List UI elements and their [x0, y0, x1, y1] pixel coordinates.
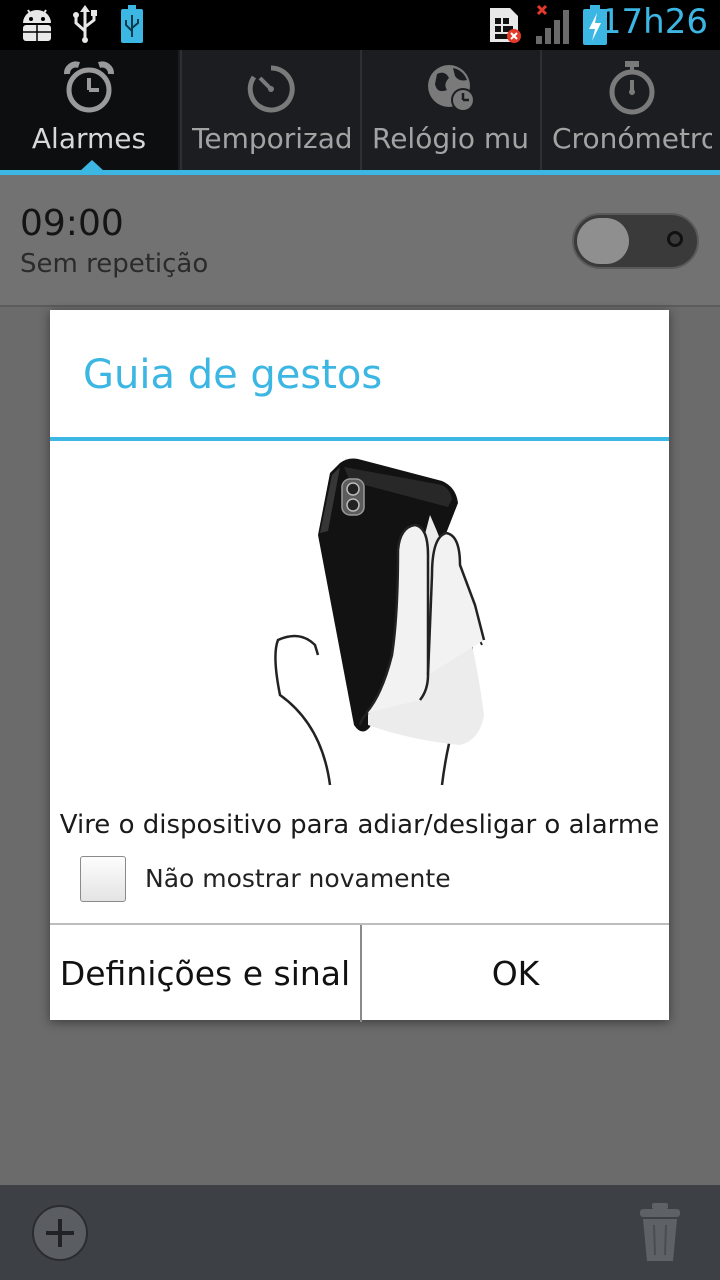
dialog-title-divider: [50, 437, 669, 441]
hand-flip-phone-illustration: [274, 458, 486, 786]
status-bar: 17h26: [0, 0, 720, 50]
android-debug-icon: [18, 6, 56, 46]
tab-label: Alarmes: [31, 122, 147, 155]
stopwatch-icon: [609, 61, 655, 115]
usb-battery-icon: [120, 5, 144, 47]
settings-button[interactable]: Definições e sinal: [50, 925, 362, 1022]
tab-label: Relógio mundial: [372, 122, 530, 155]
alarm-clock-icon: [64, 61, 114, 113]
alarm-time: 09:00: [20, 203, 124, 244]
tab-label: Cronómetro: [552, 122, 712, 155]
trash-icon: [640, 1203, 680, 1261]
dialog-buttons: Definições e sinal OK: [50, 923, 669, 1022]
tab-world-clock[interactable]: Relógio mundial: [360, 50, 540, 174]
toggle-off-indicator: [667, 231, 683, 247]
timer-icon: [247, 65, 295, 113]
dialog-title: Guia de gestos: [83, 352, 383, 398]
ok-button[interactable]: OK: [362, 925, 669, 1022]
add-alarm-button[interactable]: [32, 1205, 88, 1261]
add-icon: [46, 1219, 74, 1247]
sim-error-icon: [488, 6, 524, 48]
tab-bar: Alarmes Temporizador Relógio mundial: [0, 50, 720, 174]
alarm-repeat: Sem repetição: [20, 249, 209, 279]
toggle-knob: [577, 218, 629, 264]
dont-show-again-checkbox[interactable]: [80, 856, 126, 902]
alarm-item[interactable]: 09:00 Sem repetição: [0, 175, 720, 307]
signal-icon: [534, 4, 574, 50]
tab-selected-caret: [80, 160, 104, 171]
tab-label: Temporizador: [192, 122, 350, 155]
world-clock-icon: [428, 65, 475, 112]
tab-alarms[interactable]: Alarmes: [0, 50, 178, 174]
alarm-toggle[interactable]: [572, 213, 699, 269]
bottom-action-bar: [0, 1185, 720, 1280]
checkbox-label: Não mostrar novamente: [145, 864, 451, 893]
gesture-guide-dialog: Guia de gestos Vire o dispositivo para a…: [50, 310, 669, 1022]
tab-stopwatch[interactable]: Cronómetro: [540, 50, 720, 174]
delete-button[interactable]: [638, 1201, 682, 1267]
dialog-message: Vire o dispositivo para adiar/desligar o…: [59, 810, 660, 840]
usb-icon: [72, 5, 98, 47]
tab-timer[interactable]: Temporizador: [180, 50, 360, 174]
status-time: 17h26: [599, 2, 708, 42]
